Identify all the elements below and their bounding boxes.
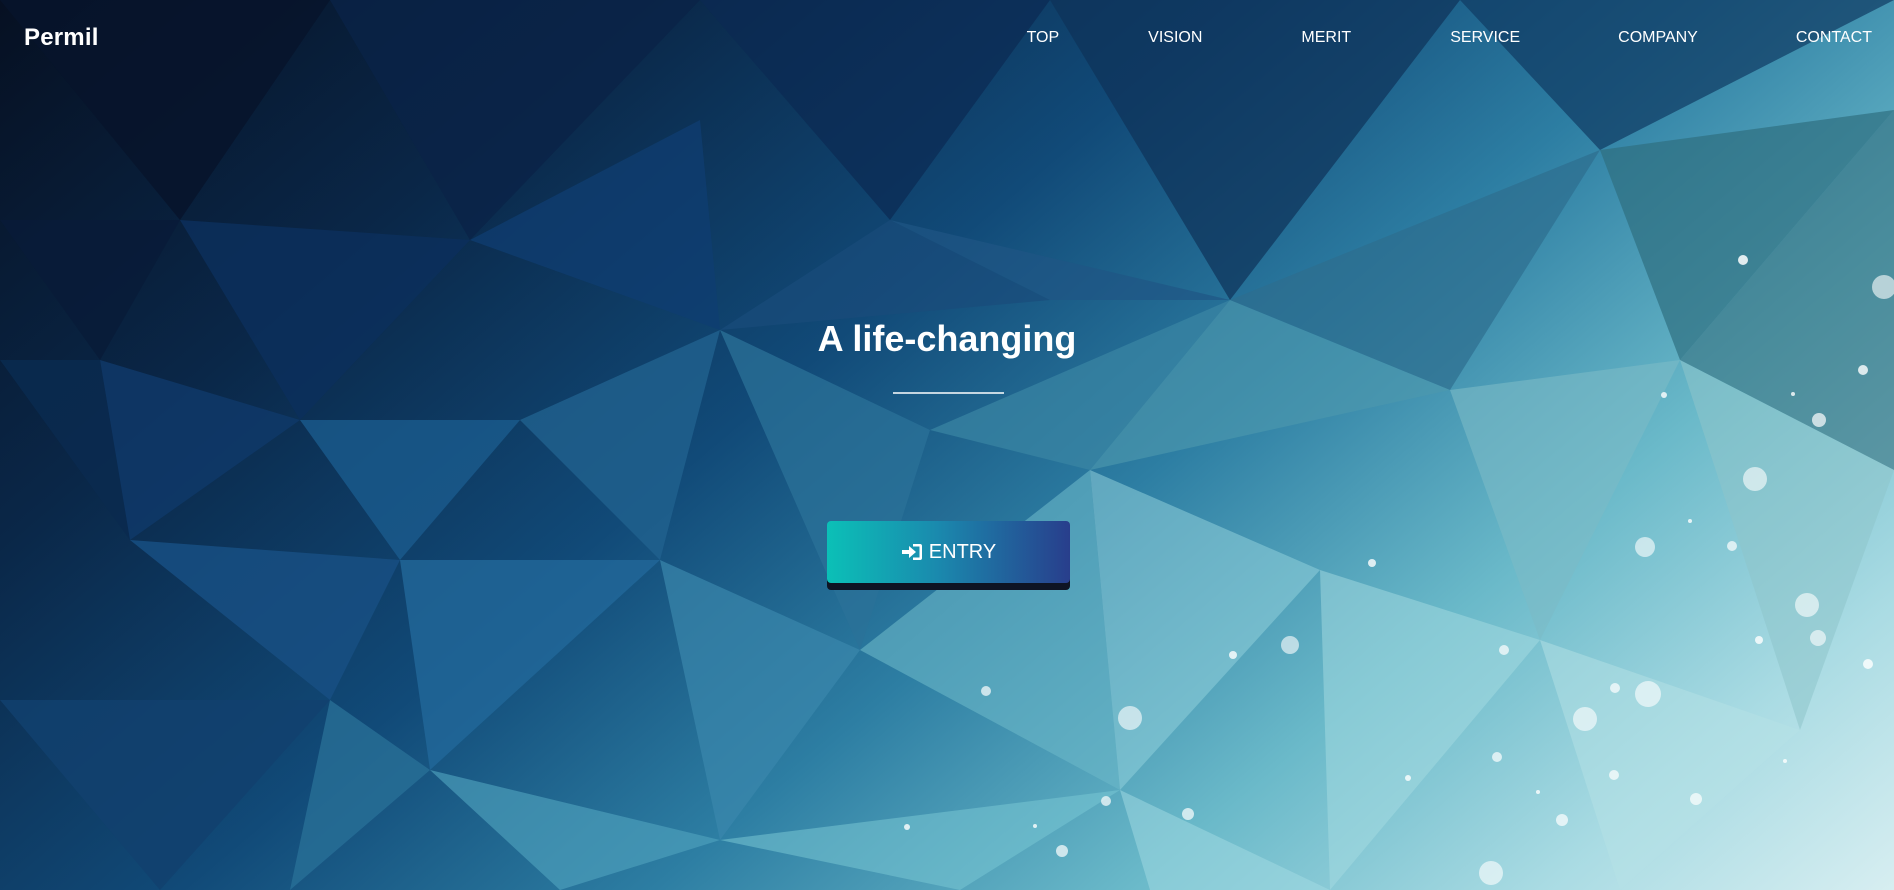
entry-button-face: ENTRY: [827, 521, 1070, 583]
hero-divider: [893, 392, 1004, 394]
hero-title: A life-changing: [817, 318, 1077, 359]
entry-button-label: ENTRY: [928, 540, 997, 563]
sign-in-icon: [901, 542, 923, 562]
hero-section: A life-changing ENTRY: [0, 0, 1894, 890]
entry-button[interactable]: ENTRY: [827, 521, 1070, 590]
